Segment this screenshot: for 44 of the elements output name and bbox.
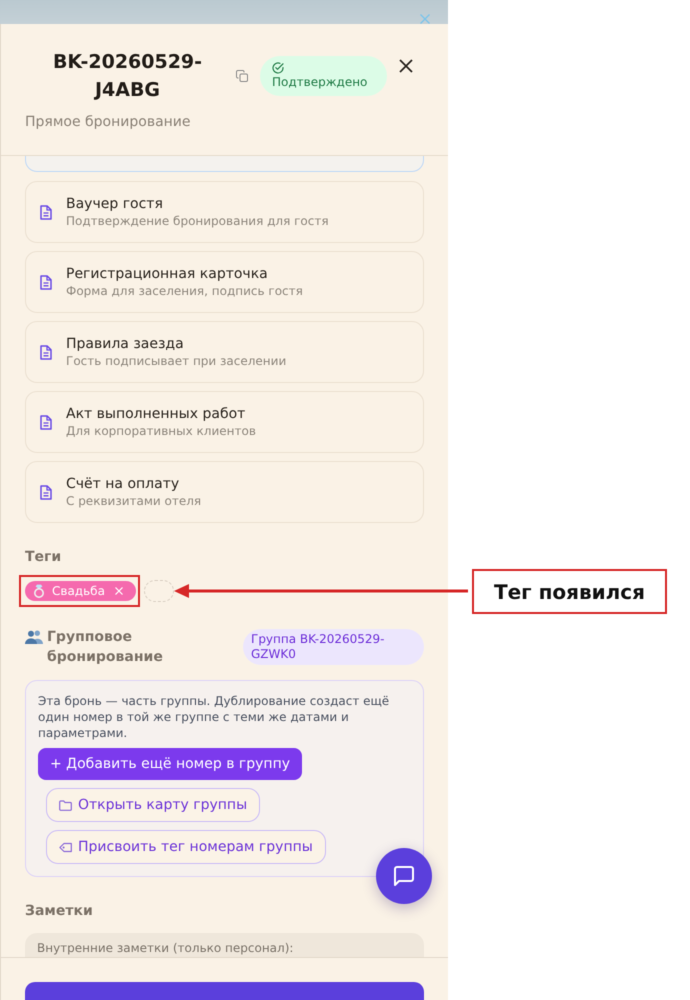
document-icon [40, 274, 52, 290]
status-text: Подтверждено [272, 75, 368, 90]
notes-heading: Заметки [25, 902, 94, 920]
document-icon [40, 484, 52, 500]
booking-subtitle: Прямое бронирование [25, 113, 192, 131]
copy-icon[interactable] [236, 70, 248, 82]
document-description: Для корпоративных клиентов [66, 423, 256, 439]
add-tag-button[interactable] [144, 580, 174, 602]
document-title: Счёт на оплату [66, 475, 180, 493]
chat-icon [394, 866, 414, 886]
document-card[interactable]: Акт выполненных работ Для корпоративных клиентов [25, 391, 424, 453]
document-description: Гость подписывает при заселении [66, 353, 286, 369]
document-title: Ваучер гостя [66, 195, 163, 213]
group-badge[interactable]: Группа BK-20260529-GZWK0 [243, 629, 424, 665]
document-icon [40, 414, 52, 430]
assign-tag-button[interactable]: Присвоить тег номерам группы [46, 830, 326, 864]
folder-icon [59, 800, 72, 810]
close-icon[interactable] [399, 59, 413, 73]
ring-icon [33, 584, 45, 598]
annotation-label: Тег появился [472, 569, 667, 614]
add-room-button[interactable]: + Добавить ещё номер в группу [38, 748, 302, 780]
group-heading: Групповое бронирование [47, 628, 164, 667]
open-group-button[interactable]: Открыть карту группы [46, 788, 260, 822]
document-title: Правила заезда [66, 335, 184, 353]
document-title: Регистрационная карточка [66, 265, 268, 283]
document-card[interactable]: Счёт на оплату С реквизитами отеля [25, 461, 424, 523]
booking-title: BK-20260529-J4ABG [52, 50, 204, 103]
check-circle-icon [272, 62, 284, 74]
group-note: Эта бронь — часть группы. Дублирование создаст ещё один номер в той же группе с теми же датами и параметрами. [38, 693, 390, 741]
document-description: Форма для заселения, подпись гостя [66, 283, 303, 299]
document-card[interactable]: Ваучер гостя Подтверждение бронирования для гостя [25, 181, 424, 243]
document-card[interactable]: Правила заезда Гость подписывает при заселении [25, 321, 424, 383]
tag-icon [59, 842, 72, 852]
tag-label: Свадьба [52, 584, 105, 598]
tags-heading: Теги [25, 548, 62, 566]
document-title: Акт выполненных работ [66, 405, 246, 423]
document-description: Подтверждение бронирования для гостя [66, 213, 329, 229]
notes-field[interactable]: Внутренние заметки (только персонал): [25, 933, 424, 957]
people-icon [25, 630, 43, 644]
document-icon [40, 344, 52, 360]
document-card[interactable]: Регистрационная карточка Форма для заселения, подпись гостя [25, 251, 424, 313]
remove-icon[interactable] [114, 587, 123, 595]
document-icon [40, 204, 52, 220]
document-description: С реквизитами отеля [66, 493, 202, 509]
